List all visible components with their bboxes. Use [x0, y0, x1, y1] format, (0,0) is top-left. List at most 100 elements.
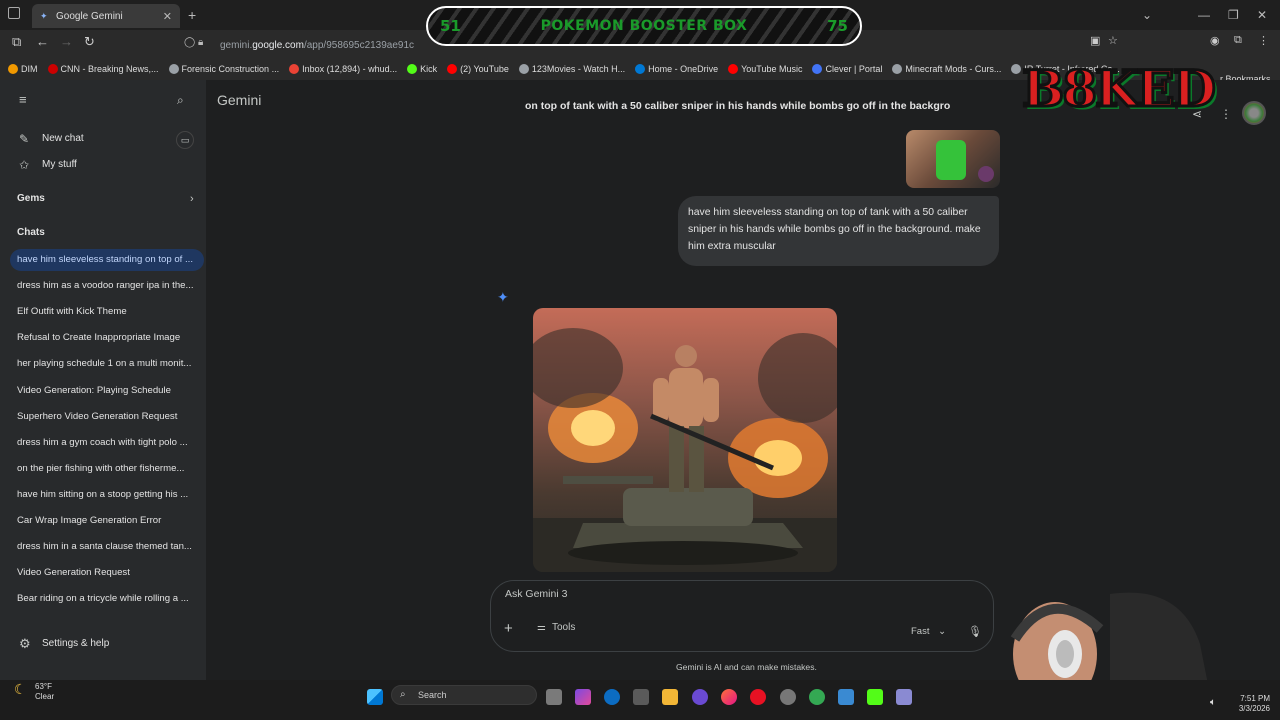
- bookmark-item[interactable]: YouTube Music: [728, 64, 802, 74]
- settings-app-icon[interactable]: [780, 689, 796, 705]
- bookmark-item[interactable]: CNN - Breaking News,...: [47, 64, 159, 74]
- chat-history-item[interactable]: Car Wrap Image Generation Error: [10, 510, 204, 532]
- search-icon[interactable]: ⌕: [177, 93, 184, 108]
- profile-icon[interactable]: ◉: [1210, 34, 1220, 47]
- search-magnifier-icon: ⌕: [400, 689, 406, 700]
- close-tab-icon[interactable]: ✕: [163, 10, 172, 23]
- extension-icon[interactable]: ▣: [1090, 34, 1100, 47]
- tools-sliders-icon: ⚌: [537, 622, 546, 633]
- bookmark-favicon-icon: [289, 64, 300, 74]
- browser-menu-icon[interactable]: ⋮: [1258, 34, 1269, 47]
- copilot-icon[interactable]: [575, 689, 591, 705]
- chat-history-item[interactable]: on the pier fishing with other fisherme.…: [10, 458, 204, 480]
- chat-history-item[interactable]: have him sitting on a stoop getting his …: [10, 484, 204, 506]
- bookmark-item[interactable]: Minecraft Mods - Curs...: [892, 64, 1001, 74]
- discord-icon[interactable]: [692, 689, 708, 705]
- bookmark-item[interactable]: Clever | Portal: [812, 64, 882, 74]
- clock[interactable]: 7:51 PM 3/3/2026: [1226, 694, 1270, 714]
- bookmark-item[interactable]: Inbox (12,894) - whud...: [289, 64, 397, 74]
- chrome-icon[interactable]: [809, 689, 825, 705]
- app-title[interactable]: Gemini: [217, 92, 261, 108]
- bookmark-item[interactable]: Kick: [407, 64, 437, 74]
- chat-history-item[interactable]: Video Generation: Playing Schedule: [10, 380, 204, 402]
- my-stuff-icon: ✩: [19, 158, 30, 172]
- goal-title: POKEMON BOOSTER BOX: [540, 18, 748, 34]
- settings-help-button[interactable]: Settings & help: [42, 638, 109, 649]
- weather-condition: Clear: [35, 692, 55, 701]
- gemini-spark-icon: ✦: [497, 289, 509, 305]
- browser-tab-gemini[interactable]: ✦ Google Gemini ✕: [32, 4, 180, 28]
- task-view-icon[interactable]: [546, 689, 562, 705]
- chevron-right-icon[interactable]: ›: [190, 193, 194, 205]
- chat-history-item[interactable]: Refusal to Create Inappropriate Image: [10, 327, 204, 349]
- taskbar-search[interactable]: ⌕ Search: [391, 685, 537, 705]
- settings-gear-icon: ⚙: [19, 636, 31, 651]
- start-windows-icon[interactable]: [367, 689, 383, 705]
- chat-history-item[interactable]: Video Generation Request: [10, 562, 204, 584]
- new-tab-button[interactable]: +: [188, 7, 196, 23]
- close-window-icon[interactable]: ✕: [1257, 8, 1267, 22]
- minimize-icon[interactable]: —: [1198, 8, 1210, 22]
- my-stuff-button[interactable]: My stuff: [42, 159, 77, 170]
- bookmark-item[interactable]: 123Movies - Watch H...: [518, 64, 625, 74]
- app-icon[interactable]: [896, 689, 912, 705]
- chat-history-item[interactable]: her playing schedule 1 on a multi monit.…: [10, 353, 204, 375]
- store-icon[interactable]: [633, 689, 649, 705]
- chat-history-item[interactable]: dress him as a voodoo ranger ipa in the.…: [10, 275, 204, 297]
- microphone-icon[interactable]: 🎙︎: [968, 625, 982, 638]
- bookmark-item[interactable]: DIM: [8, 64, 38, 74]
- reload-icon[interactable]: ↻: [84, 34, 95, 50]
- chat-history-item[interactable]: Superhero Video Generation Request: [10, 406, 204, 428]
- tools-button[interactable]: ⚌ Tools: [537, 622, 575, 633]
- chat-history-item[interactable]: Elf Outfit with Kick Theme: [10, 301, 204, 323]
- account-avatar[interactable]: [1242, 101, 1266, 125]
- bookmark-favicon-icon: [892, 64, 903, 74]
- goal-target: 75: [827, 17, 848, 35]
- media-player-icon[interactable]: [750, 689, 766, 705]
- bookmark-item[interactable]: (2) YouTube: [447, 64, 509, 74]
- extensions-puzzle-icon[interactable]: ⧉: [1234, 34, 1242, 47]
- uploaded-image-thumbnail[interactable]: [906, 130, 1000, 188]
- photos-icon[interactable]: [838, 689, 854, 705]
- maximize-icon[interactable]: ❐: [1228, 8, 1239, 22]
- volume-icon[interactable]: 🔈︎: [1210, 697, 1216, 708]
- bookmark-label: DIM: [21, 64, 38, 74]
- user-message-bubble: have him sleeveless standing on top of t…: [678, 196, 999, 266]
- chat-history-item[interactable]: have him sleeveless standing on top of .…: [10, 249, 204, 271]
- file-explorer-icon[interactable]: [662, 689, 678, 705]
- bookmark-item[interactable]: Home - OneDrive: [635, 64, 718, 74]
- tab-menu-icon[interactable]: [8, 7, 20, 19]
- forward-icon[interactable]: →: [60, 34, 73, 49]
- temporary-chat-icon[interactable]: ▭: [176, 131, 194, 149]
- mode-selector[interactable]: Fast ⌄: [911, 626, 946, 637]
- bookmark-label: Inbox (12,894) - whud...: [302, 64, 398, 74]
- hamburger-menu-icon[interactable]: ≡: [19, 92, 27, 107]
- bookmark-item[interactable]: Forensic Construction ...: [168, 64, 280, 74]
- bookmark-favicon-icon: [518, 64, 529, 74]
- goal-current: 51: [440, 17, 461, 35]
- kick-app-icon[interactable]: [867, 689, 883, 705]
- tab-search-icon[interactable]: ⌄: [1142, 8, 1152, 22]
- bookmark-favicon-icon: [447, 64, 458, 74]
- chat-history-item[interactable]: dress him in a santa clause themed tan..…: [10, 536, 204, 558]
- bookmark-favicon-icon: [812, 64, 823, 74]
- prompt-input[interactable]: Ask Gemini 3: [505, 588, 567, 600]
- bookmark-favicon-icon: [8, 64, 18, 74]
- gems-section[interactable]: Gems: [17, 193, 45, 204]
- bookmark-star-icon[interactable]: ☆: [1108, 34, 1118, 47]
- tab-title: Google Gemini: [56, 10, 123, 22]
- generated-image[interactable]: [533, 308, 837, 572]
- bookmark-label: Forensic Construction ...: [181, 64, 280, 74]
- new-chat-button[interactable]: New chat: [42, 133, 84, 144]
- firefox-icon[interactable]: [721, 689, 737, 705]
- sidebar-toggle-icon[interactable]: ⧉: [12, 34, 21, 50]
- edge-icon[interactable]: [604, 689, 620, 705]
- chats-heading: Chats: [17, 227, 45, 238]
- chat-history-item[interactable]: dress him a gym coach with tight polo ..…: [10, 432, 204, 454]
- add-attachment-icon[interactable]: +: [504, 620, 513, 637]
- mode-label: Fast: [911, 626, 930, 637]
- taskbar-search-label: Search: [418, 690, 447, 700]
- chat-history-item[interactable]: Bear riding on a tricycle while rolling …: [10, 588, 204, 610]
- back-icon[interactable]: ←: [36, 34, 49, 49]
- bookmark-label: Clever | Portal: [825, 64, 883, 74]
